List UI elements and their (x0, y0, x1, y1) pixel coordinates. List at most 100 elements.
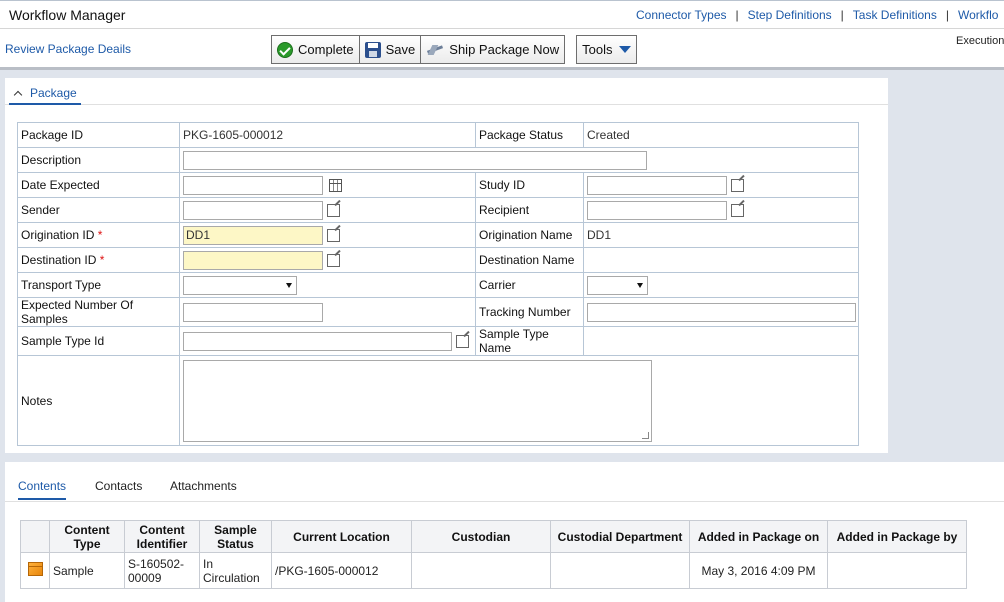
sample-type-id-field[interactable] (183, 331, 452, 351)
caret-down-icon (619, 46, 632, 53)
tab-package-label: Package (30, 85, 77, 100)
nav-separator: | (945, 8, 949, 22)
tracking-number-label: Tracking Number (475, 297, 584, 327)
ship-package-button-label: Ship Package Now (449, 42, 560, 57)
sample-type-id-label: Sample Type Id (17, 326, 180, 356)
recipient-label: Recipient (475, 197, 584, 223)
package-panel: Package Package ID PKG-1605-000012 Packa… (5, 78, 888, 453)
check-circle-icon (277, 41, 293, 58)
origination-id-field[interactable]: DD1 (183, 225, 323, 245)
nav-separator: | (840, 8, 844, 22)
external-link-icon[interactable] (456, 334, 469, 348)
description-field[interactable] (183, 150, 647, 170)
cell-custodian (411, 552, 551, 589)
destination-name-value (583, 247, 859, 273)
tools-menu-button[interactable]: Tools (576, 35, 638, 64)
cell-sample-status: In Circulation (199, 552, 272, 589)
nav-connector-types[interactable]: Connector Types (636, 8, 727, 22)
table-row[interactable]: Sample S-160502-00009 In Circulation /PK… (20, 552, 967, 589)
tab-contacts[interactable]: Contacts (95, 479, 142, 493)
package-status-label: Package Status (475, 122, 584, 148)
tab-package[interactable]: Package (9, 82, 81, 105)
toolbar: Complete Save Ship Package Now Tools (271, 35, 638, 64)
date-expected-field[interactable] (183, 175, 323, 195)
external-link-icon[interactable] (327, 253, 340, 267)
external-link-icon[interactable] (731, 203, 744, 217)
column-header-custodian[interactable]: Custodian (411, 520, 551, 553)
expected-samples-field[interactable] (183, 302, 323, 322)
study-id-field[interactable] (587, 175, 727, 195)
table-header-row: Content Type Content Identifier Sample S… (20, 520, 967, 553)
package-status-value: Created (583, 122, 859, 148)
column-header-content-type[interactable]: Content Type (49, 520, 125, 553)
page-breadcrumb[interactable]: Review Package Deails (5, 42, 131, 56)
notes-label: Notes (17, 355, 180, 446)
column-header-current-location[interactable]: Current Location (271, 520, 412, 553)
sample-type-name-label: Sample Type Name (475, 326, 584, 356)
nav-separator: | (735, 8, 739, 22)
destination-id-field[interactable] (183, 250, 323, 270)
external-link-icon[interactable] (731, 178, 744, 192)
external-link-icon[interactable] (327, 228, 340, 242)
cell-content-identifier: S-160502-00009 (124, 552, 200, 589)
tracking-number-field[interactable] (587, 302, 856, 322)
complete-button[interactable]: Complete (271, 35, 360, 64)
cell-current-location: /PKG-1605-000012 (271, 552, 412, 589)
package-tab-row: Package (5, 78, 888, 105)
package-form: Package ID PKG-1605-000012 Package Statu… (17, 122, 859, 446)
column-header-content-identifier[interactable]: Content Identifier (124, 520, 200, 553)
cell-added-by (827, 552, 967, 589)
expected-samples-label: Expected Number Of Samples (17, 297, 180, 327)
recipient-field[interactable] (587, 200, 727, 220)
required-marker: * (97, 228, 103, 242)
destination-id-label: Destination ID (21, 253, 97, 267)
save-button-label: Save (385, 42, 416, 57)
sample-type-name-value (583, 326, 859, 356)
package-id-value: PKG-1605-000012 (179, 122, 476, 148)
nav-workflows[interactable]: Workflo (958, 8, 998, 22)
package-box-icon (27, 562, 43, 576)
external-link-icon[interactable] (327, 203, 340, 217)
transport-type-select[interactable] (183, 275, 297, 295)
chevron-up-icon[interactable] (13, 90, 23, 99)
origination-name-value: DD1 (583, 222, 859, 248)
origination-name-label: Origination Name (475, 222, 584, 248)
nav-task-definitions[interactable]: Task Definitions (853, 8, 937, 22)
tools-button-label: Tools (582, 42, 613, 57)
column-header-added-on[interactable]: Added in Package on (689, 520, 828, 553)
save-button[interactable]: Save (358, 35, 422, 64)
column-header-added-by[interactable]: Added in Package by (827, 520, 967, 553)
column-header-sample-status[interactable]: Sample Status (199, 520, 272, 553)
transport-type-label: Transport Type (17, 272, 180, 298)
complete-button-label: Complete (298, 42, 354, 57)
ship-package-button[interactable]: Ship Package Now (420, 35, 566, 64)
action-bar: Review Package Deails Complete Save Ship… (0, 29, 1004, 70)
required-marker: * (99, 253, 105, 267)
column-header-icon (20, 520, 50, 553)
column-header-custodial-department[interactable]: Custodial Department (550, 520, 690, 553)
app-title: Workflow Manager (9, 7, 126, 23)
cell-content-type: Sample (49, 552, 125, 589)
airplane-icon (426, 42, 444, 58)
tab-attachments[interactable]: Attachments (170, 479, 237, 493)
date-expected-label: Date Expected (17, 172, 180, 198)
calendar-icon[interactable] (329, 178, 342, 192)
package-id-label: Package ID (17, 122, 180, 148)
carrier-select[interactable] (587, 275, 648, 295)
sender-field[interactable] (183, 200, 323, 220)
tab-contents[interactable]: Contents (18, 479, 67, 500)
cell-added-on: May 3, 2016 4:09 PM (689, 552, 828, 589)
study-id-label: Study ID (475, 172, 584, 198)
contents-table: Content Type Content Identifier Sample S… (20, 520, 967, 589)
contents-tab-bar: Contents Contacts Attachments (5, 462, 1004, 502)
contents-panel: Contents Contacts Attachments Content Ty… (5, 462, 1004, 602)
cell-custodial-department (550, 552, 690, 589)
notes-textarea[interactable] (183, 359, 652, 442)
execution-label: Execution: (956, 35, 1004, 47)
sender-label: Sender (17, 197, 180, 223)
origination-id-label: Origination ID (21, 228, 95, 242)
destination-name-label: Destination Name (475, 247, 584, 273)
nav-step-definitions[interactable]: Step Definitions (748, 8, 832, 22)
top-bar: Workflow Manager Connector Types | Step De… (0, 0, 1004, 29)
description-label: Description (17, 147, 180, 173)
